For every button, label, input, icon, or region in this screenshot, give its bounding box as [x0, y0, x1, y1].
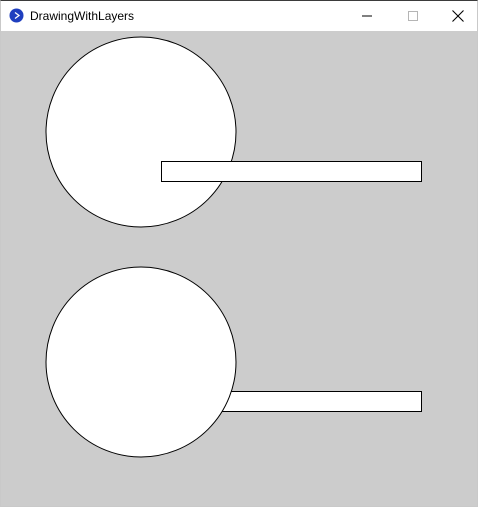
close-icon	[452, 10, 464, 22]
processing-app-icon	[9, 8, 24, 23]
close-button[interactable]	[435, 1, 478, 31]
maximize-button[interactable]	[390, 1, 436, 31]
bottom-layer-group	[45, 266, 422, 458]
title-bar[interactable]: DrawingWithLayers	[1, 1, 477, 31]
top-layer-group	[45, 36, 422, 228]
top-circle	[45, 36, 237, 228]
application-window: DrawingWithLayers	[0, 0, 478, 507]
bottom-circle	[45, 266, 237, 458]
canvas-svg	[45, 36, 422, 458]
drawing-canvas[interactable]	[1, 31, 477, 506]
maximize-icon	[408, 11, 418, 21]
top-bar	[161, 161, 422, 182]
minimize-button[interactable]	[344, 1, 390, 31]
window-title: DrawingWithLayers	[30, 9, 135, 23]
minimize-icon	[362, 15, 372, 17]
